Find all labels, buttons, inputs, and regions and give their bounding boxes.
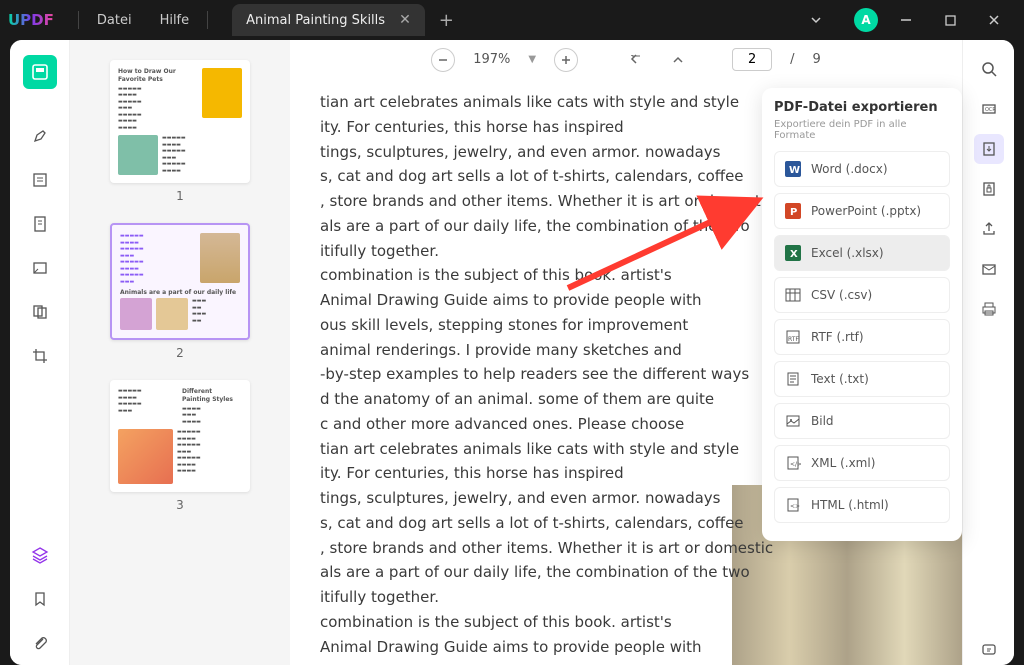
prev-page-button[interactable] <box>666 48 690 72</box>
export-item-text[interactable]: Text (.txt) <box>774 361 950 397</box>
share-icon[interactable] <box>974 214 1004 244</box>
svg-text:P: P <box>790 207 797 218</box>
thumbnail-3[interactable]: ▬▬▬▬▬▬▬▬▬▬▬▬▬▬▬▬▬ Different Painting Sty… <box>110 380 250 492</box>
svg-text:<>: <> <box>790 503 800 510</box>
file-icon: </> <box>785 455 801 471</box>
avatar[interactable]: A <box>854 8 878 32</box>
menu-help[interactable]: Hilfe <box>146 13 204 28</box>
export-item-excel[interactable]: XExcel (.xlsx) <box>774 235 950 271</box>
export-item-xml[interactable]: </>XML (.xml) <box>774 445 950 481</box>
file-icon: X <box>785 245 801 261</box>
thumbnail-panel: How to Draw Our Favorite Pets▬▬▬▬▬▬▬▬▬▬▬… <box>70 40 290 665</box>
thumbnail-2[interactable]: ▬▬▬▬▬▬▬▬▬▬▬▬▬▬▬▬▬▬▬▬▬▬▬▬▬▬▬▬▬▬▬▬▬▬ Anima… <box>110 223 250 340</box>
svg-text:X: X <box>790 249 798 260</box>
zoom-in-button[interactable] <box>554 48 578 72</box>
export-item-rtf[interactable]: RTFRTF (.rtf) <box>774 319 950 355</box>
title-bar: UPDF Datei Hilfe Animal Painting Skills … <box>0 0 1024 40</box>
export-item-powerpoint[interactable]: PPowerPoint (.pptx) <box>774 193 950 229</box>
file-icon: <> <box>785 497 801 513</box>
view-toolbar: 197% ▼ / 9 <box>290 40 962 80</box>
ocr-icon[interactable]: OCR <box>974 94 1004 124</box>
comment-icon[interactable] <box>974 635 1004 665</box>
file-icon: P <box>785 203 801 219</box>
mail-icon[interactable] <box>974 254 1004 284</box>
thumbnail-tool[interactable] <box>23 55 57 89</box>
add-tab-button[interactable]: + <box>439 10 454 31</box>
page-total: 9 <box>812 52 820 67</box>
doc-line: Animal Drawing Guide aims to provide peo… <box>320 635 942 660</box>
attachment-icon[interactable] <box>23 626 57 660</box>
file-icon: RTF <box>785 329 801 345</box>
doc-line: itifully together. <box>320 585 942 610</box>
organize-tool[interactable] <box>23 295 57 329</box>
svg-text:</>: </> <box>790 461 801 468</box>
right-toolbar: OCR <box>962 40 1014 665</box>
page-tool[interactable] <box>23 207 57 241</box>
divider <box>207 11 208 29</box>
app-logo: UPDF <box>8 11 54 29</box>
doc-line: als are a part of our daily life, the co… <box>320 560 942 585</box>
svg-text:OCR: OCR <box>985 107 996 113</box>
protect-icon[interactable] <box>974 174 1004 204</box>
export-item-bild[interactable]: Bild <box>774 403 950 439</box>
file-icon: W <box>785 161 801 177</box>
thumb-num-1: 1 <box>110 189 250 203</box>
highlight-tool[interactable] <box>23 119 57 153</box>
form-tool[interactable] <box>23 251 57 285</box>
close-icon[interactable]: ✕ <box>399 12 411 28</box>
file-icon <box>785 371 801 387</box>
file-icon <box>785 413 801 429</box>
left-toolbar <box>10 40 70 665</box>
export-item-html[interactable]: <>HTML (.html) <box>774 487 950 523</box>
page-input[interactable] <box>732 48 772 71</box>
export-icon[interactable] <box>974 134 1004 164</box>
svg-text:W: W <box>789 165 800 176</box>
export-title: PDF-Datei exportieren <box>774 100 950 115</box>
page-sep: / <box>790 52 794 67</box>
crop-tool[interactable] <box>23 339 57 373</box>
edit-tool[interactable] <box>23 163 57 197</box>
file-icon <box>785 287 801 303</box>
export-subtitle: Exportiere dein PDF in alle Formate <box>774 119 950 141</box>
svg-text:RTF: RTF <box>788 336 799 343</box>
zoom-out-button[interactable] <box>431 48 455 72</box>
layers-icon[interactable] <box>23 538 57 572</box>
zoom-level: 197% <box>473 52 510 67</box>
maximize-button[interactable] <box>928 0 972 40</box>
first-page-button[interactable] <box>624 48 648 72</box>
minimize-button[interactable] <box>884 0 928 40</box>
divider <box>78 11 79 29</box>
zoom-dropdown[interactable]: ▼ <box>528 54 536 65</box>
thumb-num-3: 3 <box>110 498 250 512</box>
search-icon[interactable] <box>974 54 1004 84</box>
export-panel: PDF-Datei exportieren Exportiere dein PD… <box>762 88 962 541</box>
print-icon[interactable] <box>974 294 1004 324</box>
thumb-num-2: 2 <box>110 346 250 360</box>
thumbnail-1[interactable]: How to Draw Our Favorite Pets▬▬▬▬▬▬▬▬▬▬▬… <box>110 60 250 183</box>
menu-file[interactable]: Datei <box>83 13 146 28</box>
close-window-button[interactable] <box>972 0 1016 40</box>
export-item-csv[interactable]: CSV (.csv) <box>774 277 950 313</box>
document-tab[interactable]: Animal Painting Skills ✕ <box>232 4 425 36</box>
bookmark-icon[interactable] <box>23 582 57 616</box>
chevron-down-icon[interactable] <box>794 0 838 40</box>
export-item-word[interactable]: WWord (.docx) <box>774 151 950 187</box>
tab-title: Animal Painting Skills <box>246 13 385 28</box>
doc-line: combination is the subject of this book.… <box>320 610 942 635</box>
